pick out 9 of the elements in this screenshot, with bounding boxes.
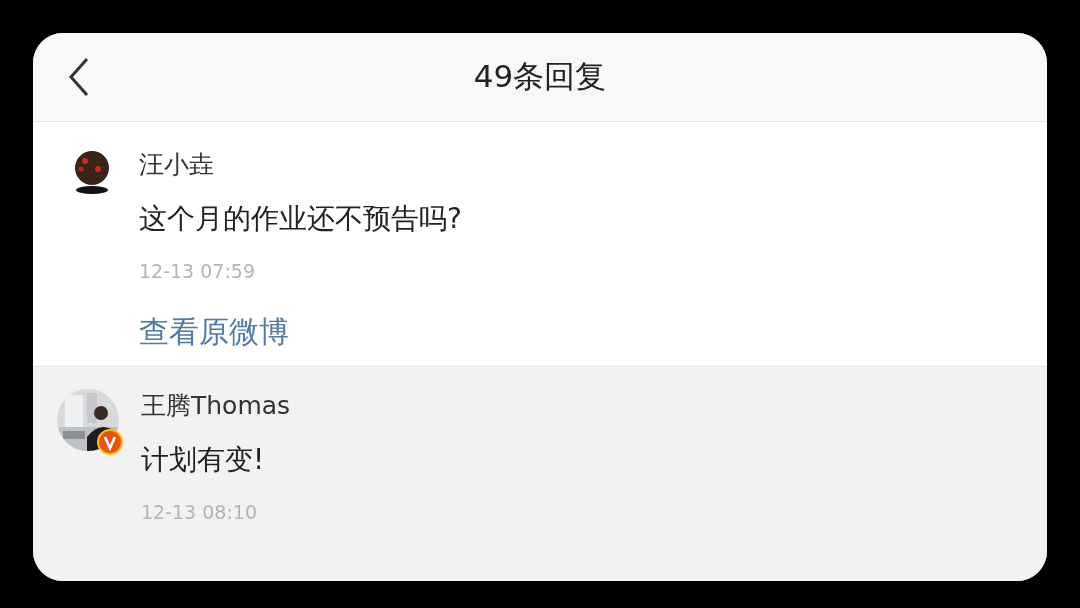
comment-time: 12-13 08:10	[141, 500, 257, 525]
comment-text: 这个月的作业还不预告吗?	[139, 201, 462, 237]
user-name: 王腾Thomas	[141, 390, 291, 422]
view-original-link[interactable]: 查看原微博	[139, 312, 289, 352]
comment-time: 12-13 07:59	[139, 259, 255, 284]
comment-text: 计划有变!	[141, 442, 265, 478]
user-name: 汪小垚	[139, 149, 214, 181]
back-icon	[68, 57, 90, 97]
header-title: 49条回复	[473, 57, 607, 96]
